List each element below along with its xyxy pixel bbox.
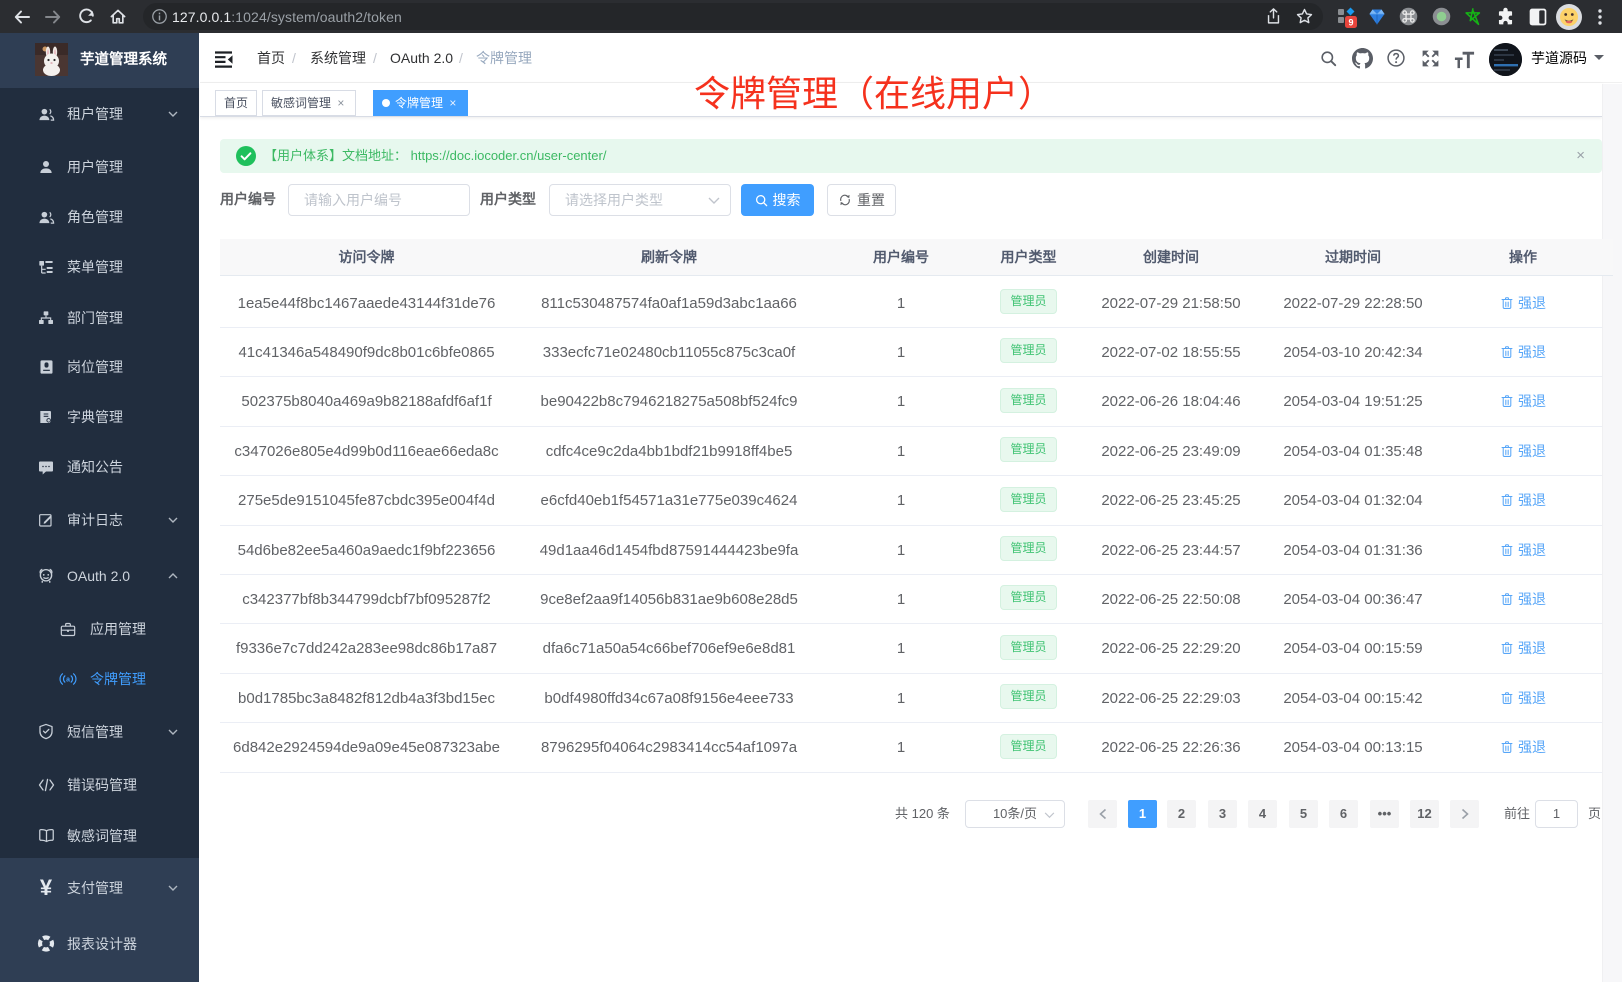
- svg-text:a: a: [66, 676, 70, 683]
- svg-text:9: 9: [1348, 17, 1353, 27]
